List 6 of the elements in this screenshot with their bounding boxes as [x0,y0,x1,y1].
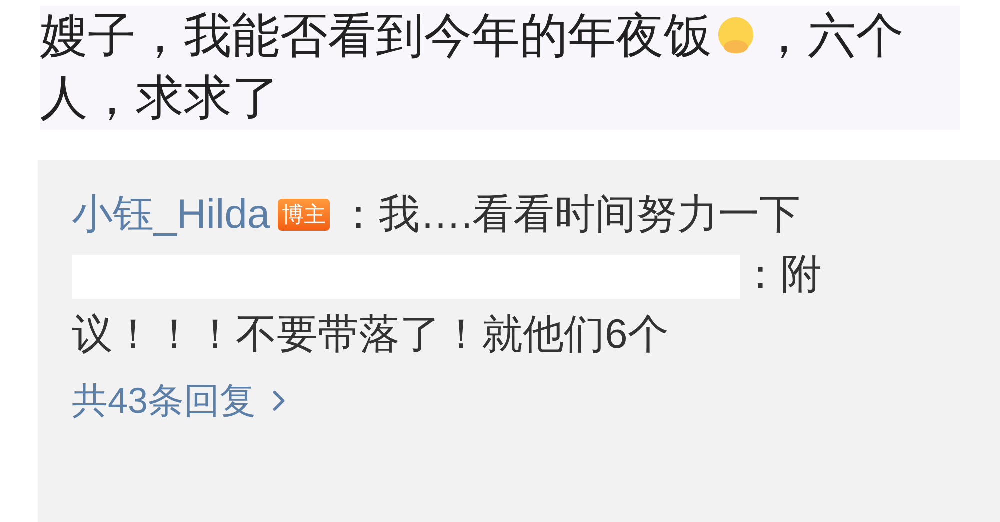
comment-text: 嫂子，我能否看到今年的年夜饭 ，六个人，求求了 [40,6,960,130]
reply-text: 小钰_Hilda 博主 ：我….看看时间努力一下 [72,190,802,239]
reply-text: ：附议！！！不要带落了！就他们6个 [72,250,823,359]
more-replies-link[interactable]: 共43条回复 [72,374,296,428]
author-badge: 博主 [278,199,330,231]
author-link[interactable]: 小钰_Hilda [72,191,270,237]
